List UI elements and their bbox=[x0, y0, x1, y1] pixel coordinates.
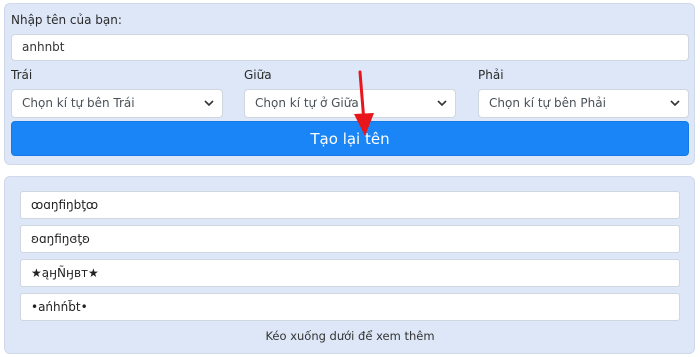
middle-char-select-value: Chọn kí tự ở Giữa bbox=[255, 96, 359, 110]
result-field[interactable]: ꝏɑŋfiŋbƫꝏ bbox=[20, 191, 680, 219]
right-char-select[interactable]: Chọn kí tự bên Phải bbox=[478, 89, 689, 118]
result-field[interactable]: ʚɑŋfiŋɞƫʚ bbox=[20, 225, 680, 253]
chevron-down-icon bbox=[670, 100, 680, 107]
result-field[interactable]: •ańhńb̃t• bbox=[20, 293, 680, 321]
middle-label: Giữa bbox=[244, 68, 272, 82]
chevron-down-icon bbox=[437, 100, 447, 107]
name-label: Nhập tên của bạn: bbox=[11, 13, 122, 27]
left-label: Trái bbox=[11, 68, 33, 82]
left-char-select-value: Chọn kí tự bên Trái bbox=[22, 96, 135, 110]
right-label: Phải bbox=[478, 68, 504, 82]
scroll-hint: Kéo xuống dưới để xem thêm bbox=[265, 329, 435, 343]
chevron-down-icon bbox=[204, 100, 214, 107]
name-input[interactable]: anhnbt bbox=[11, 34, 689, 61]
left-char-select[interactable]: Chọn kí tự bên Trái bbox=[11, 89, 223, 118]
name-generator-page: Nhập tên của bạn: anhnbt Trái Giữa Phải … bbox=[0, 0, 700, 357]
right-char-select-value: Chọn kí tự bên Phải bbox=[489, 96, 606, 110]
red-arrow-icon bbox=[354, 70, 374, 136]
result-field[interactable]: ★ąӈÑӈвт★ bbox=[20, 259, 680, 287]
